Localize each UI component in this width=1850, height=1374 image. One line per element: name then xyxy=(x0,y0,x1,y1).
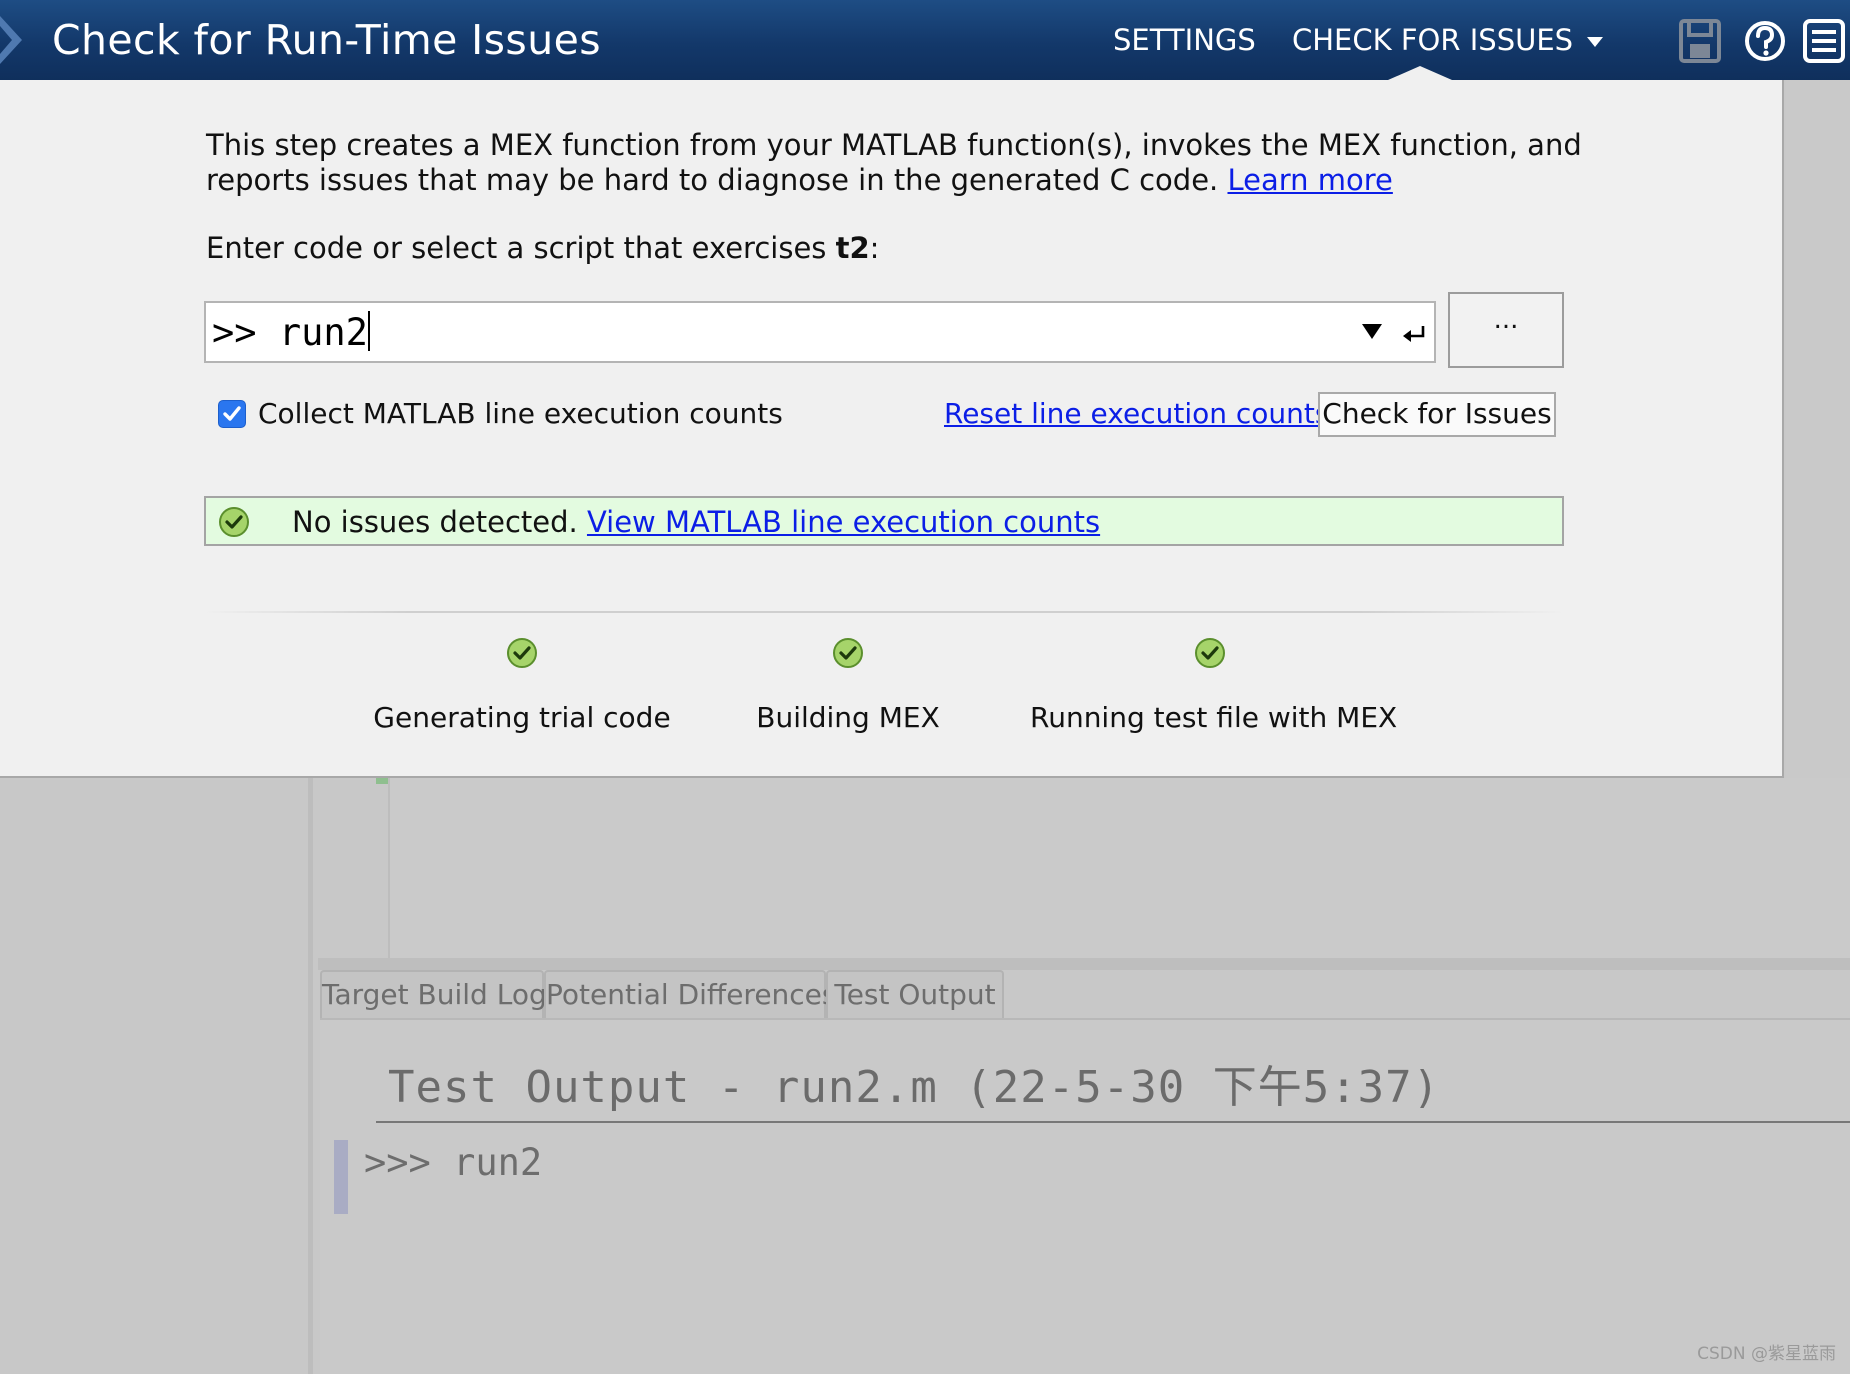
code-editor-area xyxy=(388,778,1850,958)
output-title: Test Output - run2.m (22-5-30 下午5:37) xyxy=(388,1062,1441,1113)
test-code-value: run2 xyxy=(278,311,368,354)
tab-settings[interactable]: SETTINGS xyxy=(1113,20,1256,60)
collect-counts-checkbox[interactable] xyxy=(218,400,246,428)
help-icon[interactable] xyxy=(1743,18,1787,64)
text-cursor xyxy=(367,311,370,351)
caret-down-icon xyxy=(1587,37,1604,47)
gutter-marker xyxy=(376,778,388,784)
function-name: t2 xyxy=(835,231,870,265)
status-banner: No issues detected. View MATLAB line exe… xyxy=(204,496,1564,546)
tab-potential-differences[interactable]: Potential Differences xyxy=(544,970,837,1020)
expand-chevron-icon[interactable] xyxy=(0,14,26,66)
success-check-icon xyxy=(219,507,249,537)
step-label: Running test file with MEX xyxy=(1030,701,1398,734)
input-prompt: Enter code or select a script that exerc… xyxy=(206,230,879,266)
save-icon[interactable] xyxy=(1678,18,1722,64)
test-code-input[interactable]: >> run2 xyxy=(204,301,1436,363)
success-check-icon xyxy=(507,638,537,668)
background-strip xyxy=(1786,80,1850,778)
panel-separator xyxy=(318,958,1850,970)
status-message: No issues detected. View MATLAB line exe… xyxy=(292,502,1100,542)
status-text: No issues detected. xyxy=(292,505,578,539)
tab-test-output[interactable]: Test Output xyxy=(826,970,1004,1020)
tab-check-for-issues-label: CHECK FOR ISSUES xyxy=(1292,23,1574,57)
step-label: Generating trial code xyxy=(373,701,671,734)
success-check-icon xyxy=(833,638,863,668)
step-generating-trial-code: Generating trial code xyxy=(342,636,702,736)
tab-target-build-log[interactable]: Target Build Log xyxy=(320,970,547,1020)
step-running-test-file: Running test file with MEX xyxy=(1030,636,1398,736)
step-description: This step creates a MEX function from yo… xyxy=(206,128,1606,198)
check-issues-panel: This step creates a MEX function from yo… xyxy=(0,80,1784,778)
learn-more-link[interactable]: Learn more xyxy=(1227,163,1392,197)
output-line-marker xyxy=(334,1140,348,1214)
step-label: Building MEX xyxy=(756,701,940,734)
output-title-rule xyxy=(376,1121,1850,1123)
divider xyxy=(204,611,1564,613)
header-bar: Check for Run-Time Issues SETTINGS CHECK… xyxy=(0,0,1850,80)
page-title: Check for Run-Time Issues xyxy=(52,16,601,64)
menu-icon[interactable] xyxy=(1802,18,1846,64)
checkmark-icon xyxy=(223,406,241,421)
tab-check-for-issues[interactable]: CHECK FOR ISSUES xyxy=(1292,20,1604,60)
dropdown-arrow-icon[interactable] xyxy=(1362,324,1382,339)
pane-splitter[interactable] xyxy=(308,778,313,1374)
command-prompt: >> xyxy=(212,311,279,354)
watermark: CSDN @紫星蓝雨 xyxy=(1697,1344,1836,1364)
prompt-prefix: Enter code or select a script that exerc… xyxy=(206,231,836,265)
view-counts-link[interactable]: View MATLAB line execution counts xyxy=(587,505,1100,539)
active-tab-indicator xyxy=(1388,66,1452,80)
reset-counts-link[interactable]: Reset line execution counts xyxy=(944,394,1329,434)
check-for-issues-button[interactable]: Check for Issues xyxy=(1318,392,1556,437)
enter-return-icon[interactable] xyxy=(1400,320,1428,348)
prompt-suffix: : xyxy=(869,231,880,265)
test-code-text: >> run2 xyxy=(212,311,370,355)
success-check-icon xyxy=(1195,638,1225,668)
output-command-line: >>> run2 xyxy=(364,1141,543,1184)
collect-counts-label: Collect MATLAB line execution counts xyxy=(258,397,783,430)
browse-script-button[interactable]: ... xyxy=(1448,292,1564,368)
step-building-mex: Building MEX xyxy=(668,636,1028,736)
